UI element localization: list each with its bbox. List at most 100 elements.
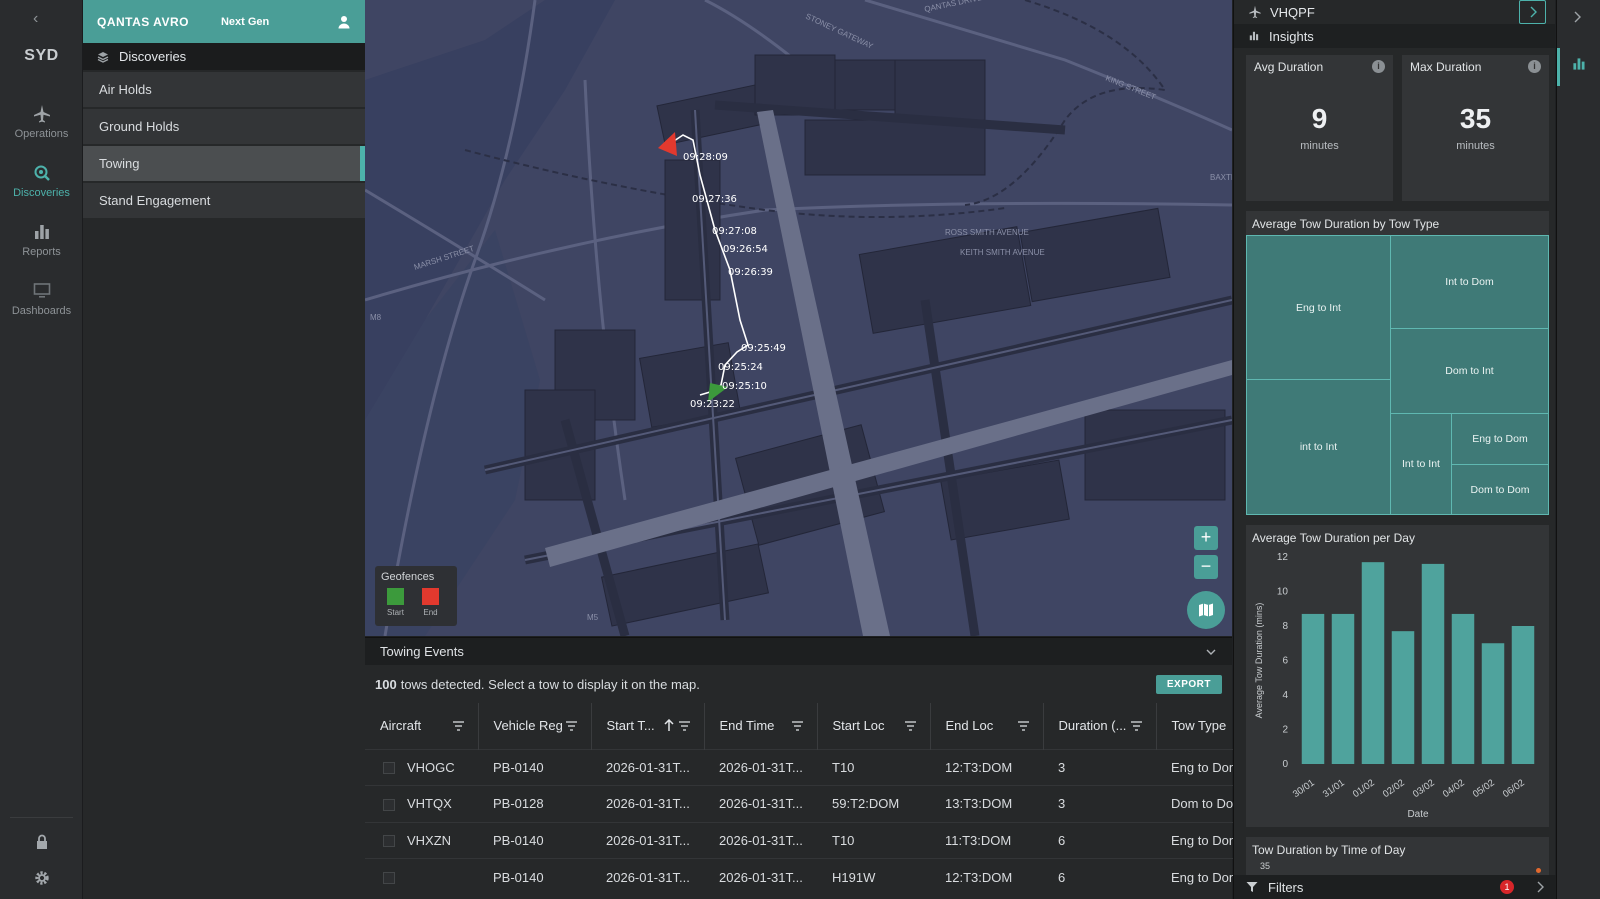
x-tick-label: 01/02 bbox=[1351, 777, 1377, 800]
tow-type-treemap-card: Average Tow Duration by Tow Type Eng to … bbox=[1246, 211, 1549, 515]
treemap-cell[interactable]: Int to Dom bbox=[1390, 235, 1549, 329]
filter-icon bbox=[1246, 882, 1258, 892]
row-checkbox[interactable] bbox=[383, 798, 395, 811]
cell-tow-type: Eng to Dom bbox=[1156, 858, 1235, 895]
cell-vehicle-reg: PB-0128 bbox=[478, 785, 591, 822]
filter-icon[interactable] bbox=[791, 720, 804, 732]
column-header-tow-type[interactable]: Tow Type bbox=[1156, 703, 1235, 749]
cell-end-loc: 12:T3:DOM bbox=[930, 748, 1043, 786]
time-chart-tick: 35 bbox=[1260, 861, 1271, 871]
y-tick-label: 10 bbox=[1277, 587, 1289, 598]
geofence-legend: Geofences Start End bbox=[375, 566, 457, 626]
cell-tow-type: Eng to Dom bbox=[1156, 748, 1235, 786]
filter-icon[interactable] bbox=[1130, 720, 1143, 732]
timestamp-label: 09:23:22 bbox=[690, 399, 735, 410]
tow-count: 100 bbox=[375, 676, 397, 692]
cell-end-time: 2026-01-31T... bbox=[704, 748, 817, 786]
chevron-right-icon[interactable] bbox=[1573, 11, 1581, 23]
tow-duration-time-of-day-card: Tow Duration by Time of Day 35 bbox=[1246, 837, 1549, 875]
end-swatch bbox=[422, 588, 439, 605]
sidebar-item-label: Towing bbox=[99, 156, 140, 171]
y-tick-label: 4 bbox=[1282, 690, 1288, 701]
cell-start-loc: T10 bbox=[817, 748, 930, 786]
table-row[interactable]: PB-0140 2026-01-31T... 2026-01-31T... H1… bbox=[365, 858, 1235, 895]
export-button[interactable]: EXPORT bbox=[1155, 674, 1222, 694]
collapse-chevron-icon[interactable]: ‹ bbox=[33, 10, 38, 28]
cell-duration: 6 bbox=[1043, 858, 1156, 895]
filter-icon[interactable] bbox=[904, 720, 917, 732]
cell-end-loc: 11:T3:DOM bbox=[930, 821, 1043, 859]
nav-reports[interactable]: Reports bbox=[0, 222, 83, 258]
filter-icon[interactable] bbox=[1017, 720, 1030, 732]
treemap-cell[interactable]: int to Int bbox=[1246, 379, 1391, 515]
column-header-duration[interactable]: Duration (... bbox=[1043, 703, 1157, 749]
zoom-out-button[interactable]: − bbox=[1194, 555, 1218, 579]
column-header-aircraft[interactable]: Aircraft bbox=[365, 703, 479, 749]
filters-bar[interactable]: Filters 1 bbox=[1234, 875, 1556, 899]
cell-aircraft-value: VHTQX bbox=[407, 796, 452, 812]
treemap-cell[interactable]: Eng to Dom bbox=[1451, 413, 1549, 465]
x-tick-label: 06/02 bbox=[1501, 777, 1527, 800]
bar-chart-icon[interactable] bbox=[1571, 56, 1587, 72]
kpi-label: Max Duration bbox=[1410, 60, 1482, 74]
insights-title: Insights bbox=[1269, 28, 1314, 44]
towing-events-header[interactable]: Towing Events bbox=[365, 638, 1232, 665]
filter-icon[interactable] bbox=[452, 720, 465, 732]
brand-subtitle: Next Gen bbox=[220, 15, 270, 28]
tow-duration-per-day-chart: 0 2 4 6 8 10 12 Average Tow Duration (mins) 30/0… bbox=[1254, 552, 1535, 820]
nav-dashboards[interactable]: Dashboards bbox=[0, 281, 83, 317]
lock-icon[interactable] bbox=[33, 833, 51, 851]
info-icon[interactable]: i bbox=[1528, 60, 1541, 73]
row-checkbox[interactable] bbox=[383, 762, 395, 775]
column-header-start-time[interactable]: Start T... bbox=[591, 703, 705, 749]
discoveries-title: Discoveries bbox=[119, 49, 187, 64]
timestamp-label: 09:28:09 bbox=[683, 152, 728, 163]
chevron-right-icon[interactable] bbox=[1536, 881, 1544, 893]
sidebar-item-ground-holds[interactable]: Ground Holds bbox=[83, 109, 365, 144]
column-header-start-loc[interactable]: Start Loc bbox=[817, 703, 931, 749]
towing-events-title: Towing Events bbox=[380, 644, 464, 659]
chevron-down-icon[interactable] bbox=[1205, 646, 1217, 658]
cell-end-loc: 13:T3:DOM bbox=[930, 785, 1043, 822]
nav-operations-label: Operations bbox=[14, 128, 69, 140]
airport-map[interactable]: STONEY GATEWAY QANTAS DRIVE KING STREET … bbox=[365, 0, 1232, 636]
column-header-label: Start T... bbox=[606, 718, 655, 734]
nav-discoveries[interactable]: Discoveries bbox=[0, 163, 83, 199]
column-header-end-loc[interactable]: End Loc bbox=[930, 703, 1044, 749]
cell-end-time: 2026-01-31T... bbox=[704, 858, 817, 895]
column-header-end-time[interactable]: End Time bbox=[704, 703, 818, 749]
open-aircraft-button[interactable] bbox=[1519, 0, 1546, 24]
treemap-cell[interactable]: Dom to Int bbox=[1390, 328, 1549, 414]
treemap-cell[interactable]: Eng to Int bbox=[1246, 235, 1391, 380]
treemap-title: Average Tow Duration by Tow Type bbox=[1252, 217, 1440, 231]
filter-icon[interactable] bbox=[678, 720, 691, 732]
treemap-cell[interactable]: Dom to Dom bbox=[1451, 464, 1549, 515]
gear-icon[interactable] bbox=[33, 869, 51, 887]
timestamp-label: 09:26:54 bbox=[723, 244, 768, 255]
table-row[interactable]: VHTQX PB-0128 2026-01-31T... 2026-01-31T… bbox=[365, 785, 1235, 822]
column-header-vehicle-reg[interactable]: Vehicle Reg bbox=[478, 703, 592, 749]
sort-ascending-icon[interactable] bbox=[663, 719, 674, 732]
info-icon[interactable]: i bbox=[1372, 60, 1385, 73]
map-layer-toggle[interactable] bbox=[1187, 591, 1225, 629]
row-checkbox[interactable] bbox=[383, 872, 395, 885]
data-point bbox=[1536, 868, 1541, 873]
nav-operations[interactable]: Operations bbox=[0, 104, 83, 140]
treemap-cell[interactable]: Int to Int bbox=[1390, 413, 1452, 515]
timestamp-label: 09:27:08 bbox=[712, 226, 757, 237]
cell-start-time: 2026-01-31T... bbox=[591, 858, 704, 895]
discoveries-header: Discoveries bbox=[83, 43, 365, 70]
cell-start-time: 2026-01-31T... bbox=[591, 785, 704, 822]
zoom-in-button[interactable]: + bbox=[1194, 526, 1218, 550]
user-icon[interactable] bbox=[337, 15, 351, 29]
filter-icon[interactable] bbox=[565, 720, 578, 732]
table-row[interactable]: VHXZN PB-0140 2026-01-31T... 2026-01-31T… bbox=[365, 821, 1235, 859]
table-row[interactable]: VHOGC PB-0140 2026-01-31T... 2026-01-31T… bbox=[365, 748, 1235, 786]
sidebar-item-stand-engagement[interactable]: Stand Engagement bbox=[83, 183, 365, 218]
svg-text:M5: M5 bbox=[587, 613, 599, 622]
cell-tow-type: Eng to Dom bbox=[1156, 821, 1235, 859]
row-checkbox[interactable] bbox=[383, 835, 395, 848]
sidebar-item-towing[interactable]: Towing bbox=[83, 146, 365, 181]
sidebar-item-air-holds[interactable]: Air Holds bbox=[83, 72, 365, 107]
svg-text:QANTAS DRIVE: QANTAS DRIVE bbox=[924, 0, 984, 14]
